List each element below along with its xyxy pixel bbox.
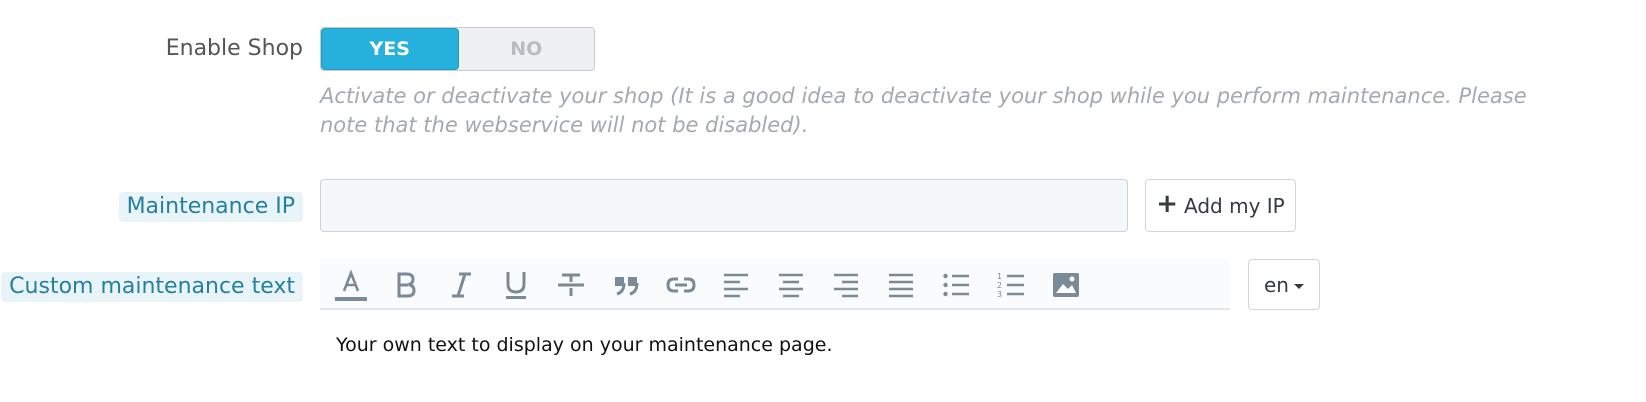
add-my-ip-button[interactable]: + Add my IP (1145, 179, 1296, 232)
italic-icon[interactable] (441, 265, 481, 305)
numbered-list-icon[interactable]: 1 2 3 (991, 265, 1031, 305)
enable-shop-help-text: Activate or deactivate your shop (It is … (320, 84, 1527, 137)
custom-maintenance-text-label[interactable]: Custom maintenance text (1, 272, 303, 302)
align-justify-icon[interactable] (881, 265, 921, 305)
maintenance-ip-input[interactable] (320, 179, 1128, 232)
bullet-list-icon[interactable] (936, 265, 976, 305)
enable-shop-label: Enable Shop (165, 36, 303, 61)
editor-content[interactable]: Your own text to display on your mainten… (336, 334, 832, 356)
bold-icon[interactable] (386, 265, 426, 305)
svg-text:1: 1 (997, 272, 1002, 281)
underline-icon[interactable] (496, 265, 536, 305)
align-center-icon[interactable] (771, 265, 811, 305)
blockquote-icon[interactable] (606, 265, 646, 305)
link-icon[interactable] (661, 265, 701, 305)
maintenance-ip-label[interactable]: Maintenance IP (118, 192, 303, 222)
text-color-icon[interactable] (331, 265, 371, 305)
strikethrough-icon[interactable] (551, 265, 591, 305)
toggle-no-option[interactable]: NO (459, 28, 595, 70)
toggle-yes-option[interactable]: YES (321, 28, 459, 70)
language-value: en (1264, 272, 1289, 297)
maintenance-settings-form: Enable Shop YES NO Activate or deactivat… (0, 0, 1646, 402)
align-right-icon[interactable] (826, 265, 866, 305)
svg-text:2: 2 (997, 281, 1002, 290)
add-my-ip-label: Add my IP (1184, 193, 1285, 218)
align-left-icon[interactable] (716, 265, 756, 305)
plus-icon: + (1156, 189, 1179, 219)
editor-toolbar: 1 2 3 (320, 259, 1230, 310)
caret-down-icon (1293, 283, 1304, 289)
enable-shop-toggle[interactable]: YES NO (320, 27, 595, 71)
image-icon[interactable] (1046, 265, 1086, 305)
language-dropdown[interactable]: en (1248, 259, 1320, 310)
svg-text:3: 3 (997, 290, 1002, 299)
